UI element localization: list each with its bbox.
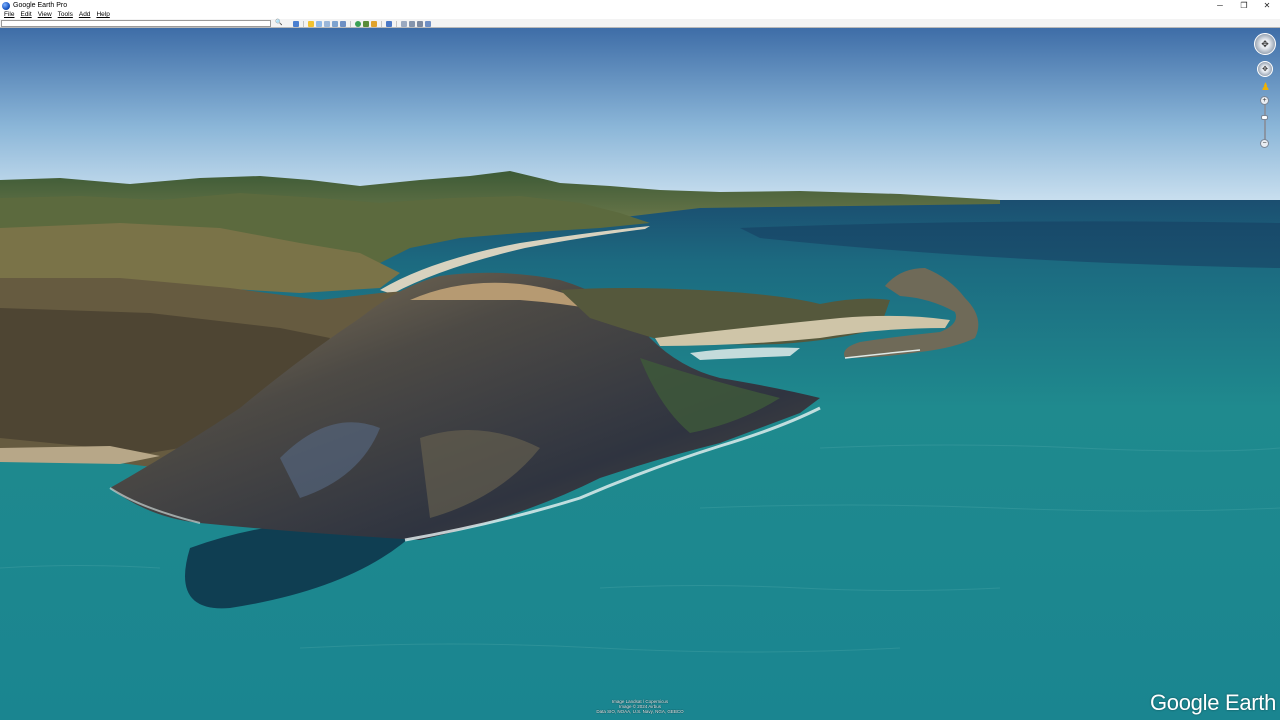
restore-button[interactable]: ❐ <box>1233 0 1255 11</box>
polygon-icon[interactable] <box>316 20 322 27</box>
title-bar: Google Earth Pro ─ ❐ ✕ <box>0 0 1280 11</box>
zoom-in-button[interactable]: + <box>1260 96 1269 105</box>
record-tour-icon[interactable] <box>340 20 346 27</box>
path-icon[interactable] <box>324 20 330 27</box>
planets-icon[interactable] <box>371 20 377 27</box>
search-input[interactable] <box>1 20 271 27</box>
earth-scene <box>0 28 1280 720</box>
look-around-control[interactable]: ✥ <box>1254 33 1276 55</box>
toolbar: 🔍 <box>0 19 1280 28</box>
close-button[interactable]: ✕ <box>1256 0 1278 11</box>
print-icon[interactable] <box>409 20 415 27</box>
save-image-icon[interactable] <box>417 20 423 27</box>
zoom-out-button[interactable]: − <box>1260 139 1269 148</box>
view-in-maps-icon[interactable] <box>425 20 431 27</box>
email-icon[interactable] <box>401 20 407 27</box>
historical-imagery-icon[interactable] <box>355 20 361 27</box>
minimize-button[interactable]: ─ <box>1209 0 1231 11</box>
window-title: Google Earth Pro <box>13 2 68 9</box>
menu-file[interactable]: File <box>4 11 14 19</box>
look-joystick-icon: ✥ <box>1261 38 1269 49</box>
toolbar-separator <box>303 20 304 27</box>
toolbar-separator <box>396 20 397 27</box>
toolbar-separator <box>381 20 382 27</box>
toolbar-icons <box>293 20 431 27</box>
menu-tools[interactable]: Tools <box>58 11 73 19</box>
sidebar-icon[interactable] <box>293 20 299 27</box>
earth-3d-viewport[interactable]: ✥ ✥ ♟ + − Image Landsat / Copernicus Ima… <box>0 28 1280 720</box>
menu-help[interactable]: Help <box>96 11 109 19</box>
imagery-attribution: Image Landsat / Copernicus Image © 2024 … <box>560 699 720 714</box>
navigation-controls: ✥ ✥ ♟ + − <box>1253 31 1277 151</box>
menu-edit[interactable]: Edit <box>20 11 31 19</box>
pegman-icon[interactable]: ♟ <box>1261 82 1270 94</box>
menu-view[interactable]: View <box>38 11 52 19</box>
image-overlay-icon[interactable] <box>332 20 338 27</box>
google-earth-logo: Google Earth <box>1150 690 1277 715</box>
menu-bar: File Edit View Tools Add Help <box>0 11 1280 19</box>
search-button[interactable]: 🔍 <box>275 20 283 27</box>
google-earth-app-icon <box>2 1 10 10</box>
placemark-icon[interactable] <box>308 20 314 27</box>
zoom-slider-thumb[interactable] <box>1261 114 1268 120</box>
menu-add[interactable]: Add <box>79 11 91 19</box>
sun-icon[interactable] <box>363 20 369 27</box>
ruler-icon[interactable] <box>386 20 392 27</box>
attribution-line: Data SIO, NOAA, U.S. Navy, NGA, GEBCO <box>596 709 684 714</box>
zoom-slider-track[interactable] <box>1264 101 1266 143</box>
move-control[interactable]: ✥ <box>1257 61 1273 77</box>
move-joystick-icon: ✥ <box>1262 66 1268 73</box>
toolbar-separator <box>350 20 351 27</box>
